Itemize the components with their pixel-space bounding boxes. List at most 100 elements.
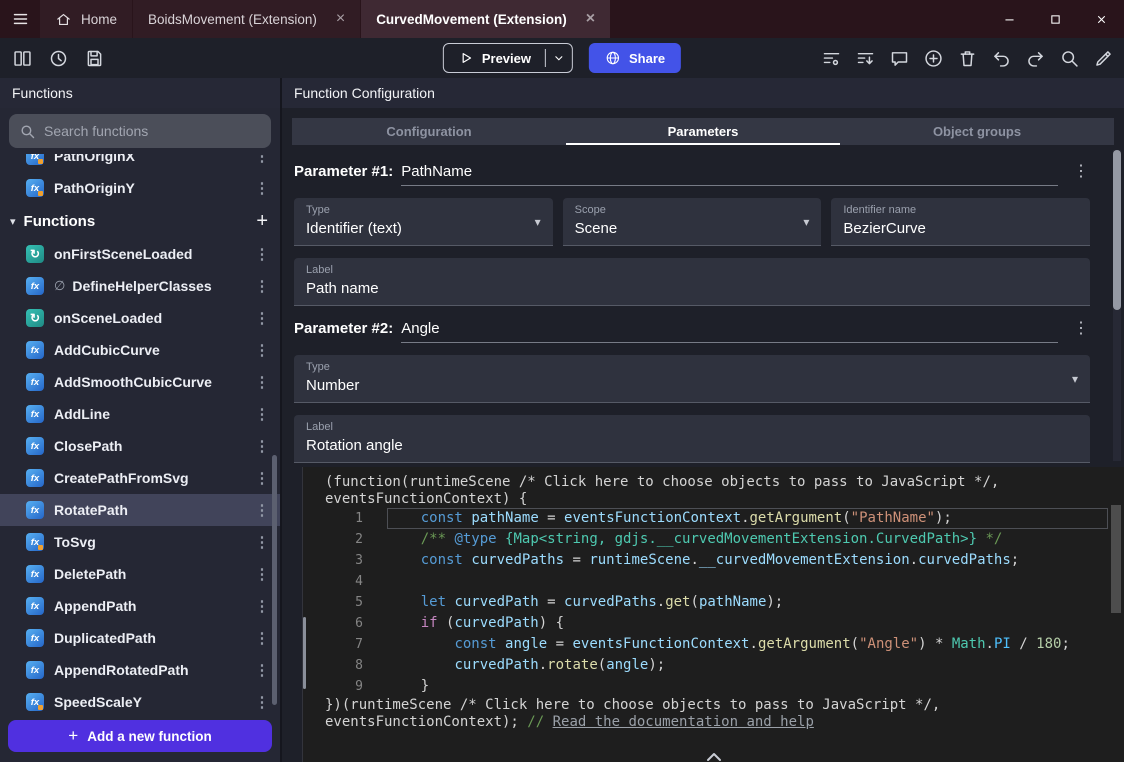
item-menu-icon[interactable]: ⋮ bbox=[254, 501, 270, 519]
sidebar-item-deletepath[interactable]: fxDeletePath⋮ bbox=[0, 558, 280, 590]
text-field-identifier-name[interactable]: Identifier nameBezierCurve bbox=[831, 198, 1090, 246]
history-icon[interactable] bbox=[48, 48, 69, 69]
redo-icon[interactable] bbox=[1025, 48, 1046, 69]
item-menu-icon[interactable]: ⋮ bbox=[254, 405, 270, 423]
parameter-name-field[interactable]: PathName bbox=[401, 163, 1058, 186]
sidebar-item-speedscaley[interactable]: fxSpeedScaleY⋮ bbox=[0, 686, 280, 714]
function-icon: fx bbox=[26, 373, 44, 391]
code-line-4[interactable]: 4 bbox=[303, 571, 1124, 592]
publish-icon[interactable] bbox=[855, 48, 876, 69]
console-icon[interactable] bbox=[821, 48, 842, 69]
sidebar-item-pathoriginx[interactable]: fxPathOriginX⋮ bbox=[0, 154, 280, 172]
item-menu-icon[interactable]: ⋮ bbox=[254, 154, 270, 165]
function-icon: fx bbox=[26, 661, 44, 679]
sidebar-item-onsceneloaded[interactable]: ↻onSceneLoaded⋮ bbox=[0, 302, 280, 334]
item-menu-icon[interactable]: ⋮ bbox=[254, 469, 270, 487]
sidebar-item-definehelperclasses[interactable]: fx∅DefineHelperClasses⋮ bbox=[0, 270, 280, 302]
select-field-type[interactable]: TypeNumber▾ bbox=[294, 355, 1090, 403]
edit-icon[interactable] bbox=[1093, 48, 1114, 69]
add-function-button[interactable]: + Add a new function bbox=[8, 720, 272, 752]
item-menu-icon[interactable]: ⋮ bbox=[254, 179, 270, 197]
preview-button[interactable]: Preview bbox=[443, 43, 573, 73]
panels-icon[interactable] bbox=[12, 48, 33, 69]
item-menu-icon[interactable]: ⋮ bbox=[254, 597, 270, 615]
sidebar-item-pathoriginy[interactable]: fxPathOriginY⋮ bbox=[0, 172, 280, 204]
code-line-9[interactable]: 9 } bbox=[303, 676, 1124, 697]
item-menu-icon[interactable]: ⋮ bbox=[254, 629, 270, 647]
line-number: 7 bbox=[303, 634, 387, 655]
item-menu-icon[interactable]: ⋮ bbox=[254, 341, 270, 359]
sidebar-item-addsmoothcubiccurve[interactable]: fxAddSmoothCubicCurve⋮ bbox=[0, 366, 280, 398]
sidebar-item-closepath[interactable]: fxClosePath⋮ bbox=[0, 430, 280, 462]
documentation-link[interactable]: Read the documentation and help bbox=[553, 714, 814, 730]
sidebar-item-rotatepath[interactable]: fxRotatePath⋮ bbox=[0, 494, 280, 526]
preview-main[interactable]: Preview bbox=[444, 44, 545, 72]
editor-scrollbar[interactable] bbox=[1111, 505, 1121, 613]
share-button[interactable]: Share bbox=[589, 43, 681, 73]
item-menu-icon[interactable]: ⋮ bbox=[254, 437, 270, 455]
item-menu-icon[interactable]: ⋮ bbox=[254, 245, 270, 263]
chevron-up-icon[interactable] bbox=[702, 745, 726, 762]
search-field[interactable] bbox=[9, 114, 271, 148]
sidebar-item-onfirstsceneloaded[interactable]: ↻onFirstSceneLoaded⋮ bbox=[0, 238, 280, 270]
panel-title: Function Configuration bbox=[282, 78, 1124, 108]
close-icon[interactable]: × bbox=[336, 11, 345, 27]
sidebar-item-tosvg[interactable]: fxToSvg⋮ bbox=[0, 526, 280, 558]
item-menu-icon[interactable]: ⋮ bbox=[254, 373, 270, 391]
item-menu-icon[interactable]: ⋮ bbox=[254, 309, 270, 327]
maximize-button[interactable] bbox=[1032, 0, 1078, 38]
sidebar-item-addline[interactable]: fxAddLine⋮ bbox=[0, 398, 280, 430]
item-menu-icon[interactable]: ⋮ bbox=[254, 277, 270, 295]
titlebar-tab-home[interactable]: Home bbox=[40, 0, 132, 38]
parameter-menu-icon[interactable]: ⋮ bbox=[1072, 318, 1090, 338]
text-field-label[interactable]: LabelPath name bbox=[294, 258, 1090, 306]
search-icon[interactable] bbox=[1059, 48, 1080, 69]
functions-section-header[interactable]: ▾Functions+ bbox=[0, 204, 280, 238]
item-menu-icon[interactable]: ⋮ bbox=[254, 533, 270, 551]
select-field-type[interactable]: TypeIdentifier (text)▾ bbox=[294, 198, 553, 246]
code-line-1[interactable]: 1 const pathName = eventsFunctionContext… bbox=[303, 508, 1124, 529]
select-field-scope[interactable]: ScopeScene▾ bbox=[563, 198, 822, 246]
parameters-scrollbar-thumb[interactable] bbox=[1113, 150, 1121, 310]
add-icon[interactable]: + bbox=[256, 211, 268, 231]
parameter-menu-icon[interactable]: ⋮ bbox=[1072, 161, 1090, 181]
menu-icon[interactable] bbox=[0, 0, 40, 38]
code-line-8[interactable]: 8 curvedPath.rotate(angle); bbox=[303, 655, 1124, 676]
sidebar-item-addcubiccurve[interactable]: fxAddCubicCurve⋮ bbox=[0, 334, 280, 366]
sidebar-item-createpathfromsvg[interactable]: fxCreatePathFromSvg⋮ bbox=[0, 462, 280, 494]
code-editor[interactable]: (function(runtimeScene /* Click here to … bbox=[302, 467, 1124, 762]
sidebar-item-appendrotatedpath[interactable]: fxAppendRotatedPath⋮ bbox=[0, 654, 280, 686]
tab-object-groups[interactable]: Object groups bbox=[840, 118, 1114, 145]
titlebar-tab-boidsmovement-extension[interactable]: BoidsMovement (Extension)× bbox=[133, 0, 360, 38]
code-line-5[interactable]: 5 let curvedPath = curvedPaths.get(pathN… bbox=[303, 592, 1124, 613]
preview-dropdown-button[interactable] bbox=[546, 44, 572, 72]
item-menu-icon[interactable]: ⋮ bbox=[254, 693, 270, 711]
tab-configuration[interactable]: Configuration bbox=[292, 118, 566, 145]
function-icon: fx bbox=[26, 154, 44, 165]
text-field-label[interactable]: LabelRotation angle bbox=[294, 415, 1090, 463]
code-line-3[interactable]: 3 const curvedPaths = runtimeScene.__cur… bbox=[303, 550, 1124, 571]
tab-parameters[interactable]: Parameters bbox=[566, 118, 840, 145]
minimize-button[interactable] bbox=[986, 0, 1032, 38]
save-icon[interactable] bbox=[84, 48, 105, 69]
toolbar: Preview Share bbox=[0, 38, 1124, 78]
add-circle-icon[interactable] bbox=[923, 48, 944, 69]
parameter-name-field[interactable]: Angle bbox=[401, 320, 1058, 343]
code-line-7[interactable]: 7 const angle = eventsFunctionContext.ge… bbox=[303, 634, 1124, 655]
code-line-2[interactable]: 2 /** @type {Map<string, gdjs.__curvedMo… bbox=[303, 529, 1124, 550]
sidebar-scrollbar[interactable] bbox=[272, 455, 277, 705]
undo-icon[interactable] bbox=[991, 48, 1012, 69]
sidebar-item-appendpath[interactable]: fxAppendPath⋮ bbox=[0, 590, 280, 622]
trash-icon[interactable] bbox=[957, 48, 978, 69]
close-icon[interactable]: × bbox=[586, 11, 595, 27]
close-button[interactable] bbox=[1078, 0, 1124, 38]
comment-icon[interactable] bbox=[889, 48, 910, 69]
item-menu-icon[interactable]: ⋮ bbox=[254, 661, 270, 679]
code-content[interactable]: (function(runtimeScene /* Click here to … bbox=[303, 467, 1124, 731]
item-menu-icon[interactable]: ⋮ bbox=[254, 565, 270, 583]
search-input[interactable] bbox=[44, 123, 261, 139]
titlebar-tab-curvedmovement-extension[interactable]: CurvedMovement (Extension)× bbox=[361, 0, 610, 38]
code-line-6[interactable]: 6 if (curvedPath) { bbox=[303, 613, 1124, 634]
splitter-handle[interactable] bbox=[303, 617, 306, 689]
sidebar-item-duplicatedpath[interactable]: fxDuplicatedPath⋮ bbox=[0, 622, 280, 654]
